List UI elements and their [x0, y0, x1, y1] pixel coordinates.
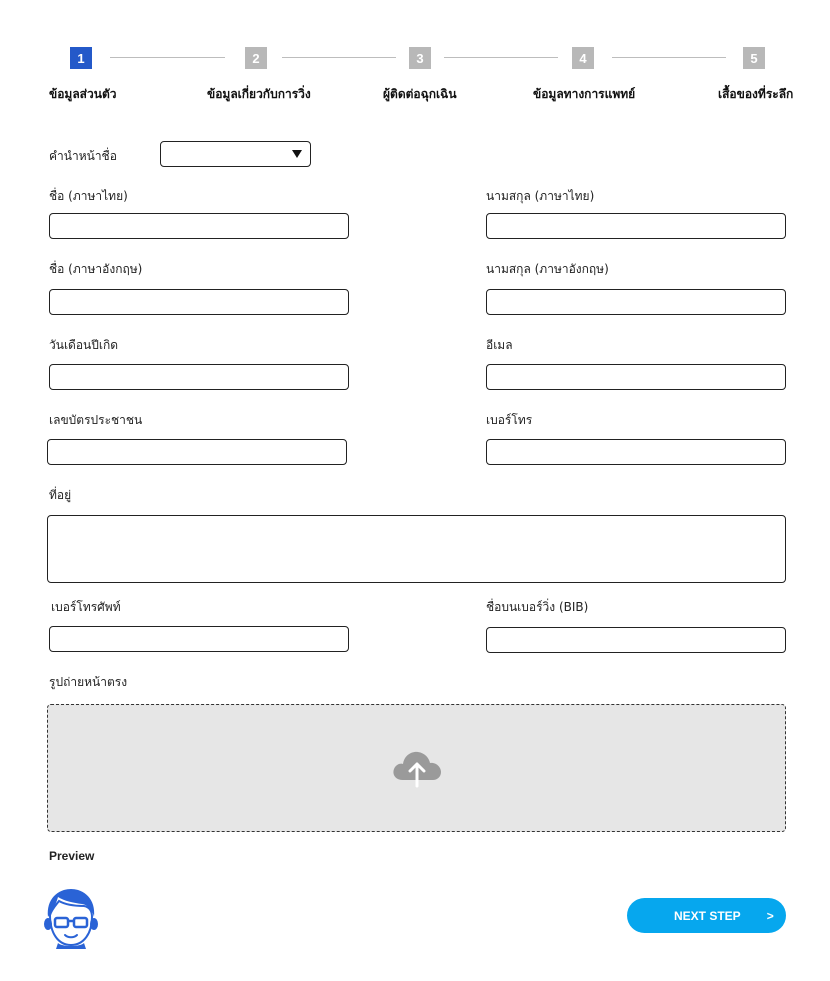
step-connector: [444, 57, 558, 58]
first-name-th-input[interactable]: [49, 213, 349, 239]
user-avatar-icon: [44, 889, 98, 949]
address-label: ที่อยู่: [49, 488, 72, 502]
phone-label: เบอร์โทร: [486, 413, 533, 427]
step-4-label: ข้อมูลทางการแพทย์: [533, 87, 636, 101]
first-name-th-label: ชื่อ (ภาษาไทย): [49, 189, 128, 203]
first-name-en-input[interactable]: [49, 289, 349, 315]
chevron-right-icon: >: [766, 908, 774, 923]
last-name-th-input[interactable]: [486, 213, 786, 239]
step-5-label: เสื้อของที่ระลึก: [718, 87, 794, 101]
step-3-label: ผู้ติดต่อฉุกเฉิน: [383, 87, 457, 101]
first-name-en-label: ชื่อ (ภาษาอังกฤษ): [49, 262, 143, 276]
title-prefix-label: คำนำหน้าชื่อ: [49, 149, 117, 163]
step-3-number[interactable]: 3: [409, 47, 431, 69]
preview-label: Preview: [49, 849, 95, 863]
bib-name-label: ชื่อบนเบอร์วิ่ง (BIB): [486, 600, 589, 614]
step-2-number[interactable]: 2: [245, 47, 267, 69]
bib-name-input[interactable]: [486, 627, 786, 653]
step-connector: [110, 57, 225, 58]
id-card-input[interactable]: [47, 439, 347, 465]
id-card-label: เลขบัตรประชาชน: [49, 413, 143, 427]
email-input[interactable]: [486, 364, 786, 390]
next-step-label: NEXT STEP: [674, 908, 741, 923]
step-1-number[interactable]: 1: [70, 47, 92, 69]
photo-label: รูปถ่ายหน้าตรง: [49, 675, 128, 689]
next-step-button[interactable]: NEXT STEP >: [627, 898, 786, 933]
last-name-en-label: นามสกุล (ภาษาอังกฤษ): [486, 262, 609, 276]
last-name-th-label: นามสกุล (ภาษาไทย): [486, 189, 595, 203]
birth-date-input[interactable]: [49, 364, 349, 390]
step-connector: [612, 57, 726, 58]
phone-input[interactable]: [486, 439, 786, 465]
step-connector: [282, 57, 396, 58]
cloud-upload-icon: [392, 751, 441, 788]
step-2-label: ข้อมูลเกี่ยวกับการวิ่ง: [207, 87, 311, 101]
photo-upload-dropzone[interactable]: [47, 704, 786, 832]
title-prefix-select[interactable]: [160, 141, 311, 167]
telephone-input[interactable]: [49, 626, 349, 652]
birth-date-label: วันเดือนปีเกิด: [49, 338, 119, 352]
step-4-number[interactable]: 4: [572, 47, 594, 69]
address-textarea[interactable]: [47, 515, 786, 583]
email-label: อีเมล: [486, 338, 513, 352]
telephone-label: เบอร์โทรศัพท์: [51, 600, 121, 614]
dropdown-caret-icon: [292, 150, 302, 158]
last-name-en-input[interactable]: [486, 289, 786, 315]
step-1-label: ข้อมูลส่วนตัว: [49, 87, 117, 101]
step-5-number[interactable]: 5: [743, 47, 765, 69]
